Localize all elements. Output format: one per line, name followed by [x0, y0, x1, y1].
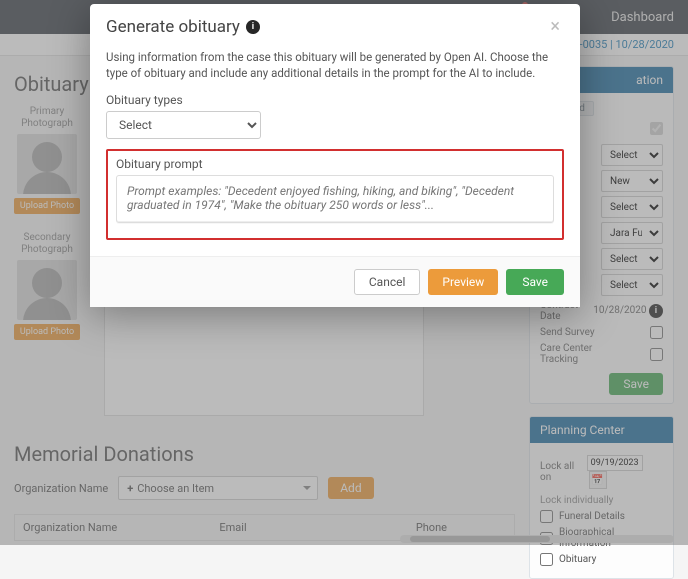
generate-obituary-modal: Generate obituary i × Using information …	[90, 4, 580, 307]
obituary-types-label: Obituary types	[106, 93, 564, 107]
lock-item-obituary[interactable]: Obituary	[540, 553, 663, 566]
save-button[interactable]: Save	[506, 269, 564, 295]
close-icon[interactable]: ×	[546, 16, 564, 37]
lock-checkbox[interactable]	[540, 553, 553, 566]
info-icon[interactable]: i	[246, 20, 260, 34]
obituary-prompt-textarea[interactable]	[116, 175, 554, 223]
prompt-highlight-box: Obituary prompt	[106, 149, 564, 240]
obituary-prompt-label: Obituary prompt	[116, 157, 554, 171]
preview-button[interactable]: Preview	[428, 269, 498, 295]
lock-item-label: Obituary	[559, 554, 596, 565]
obituary-types-select[interactable]: Select	[106, 111, 261, 139]
cancel-button[interactable]: Cancel	[354, 269, 421, 295]
modal-title: Generate obituary	[106, 17, 240, 37]
modal-description: Using information from the case this obi…	[106, 49, 564, 81]
